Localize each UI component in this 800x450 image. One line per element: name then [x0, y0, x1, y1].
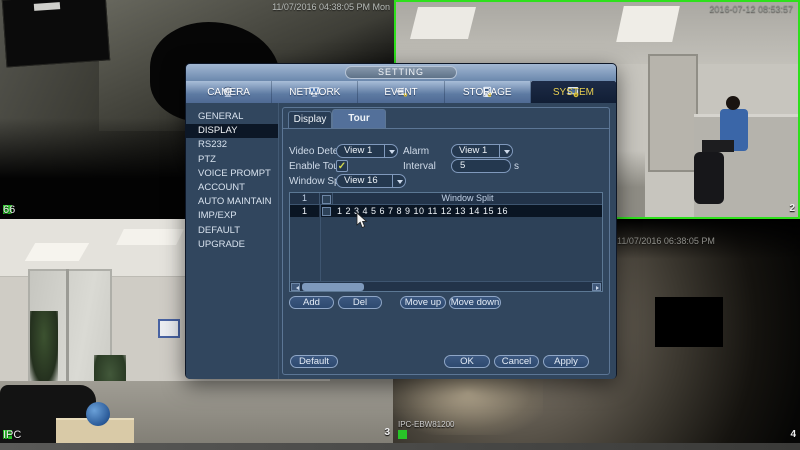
enable-tour-checkbox[interactable]: ✓: [336, 160, 348, 172]
camera4-name: IPC-EBW81200: [398, 420, 454, 429]
table-header: 1 Window Split: [290, 193, 602, 205]
camera4-channel-number: 4: [790, 429, 796, 440]
person-head: [726, 96, 740, 110]
interval-label: Interval: [403, 161, 436, 172]
row-window-split-value: 1 2 3 4 5 6 7 8 9 10 11 12 13 14 15 16: [333, 205, 602, 217]
ceiling-light: [410, 7, 476, 39]
interval-unit: s: [514, 161, 519, 172]
wall-poster: [158, 319, 180, 338]
camera1-timestamp: 11/07/2016 04:38:05 PM Mon: [272, 2, 390, 12]
chair-silhouette: [694, 152, 724, 204]
chevron-down-icon[interactable]: [384, 145, 397, 157]
alarm-value: View 1: [459, 145, 487, 156]
sidebar-item-rs232[interactable]: RS232: [186, 138, 278, 152]
tab-label: NETWORK: [289, 87, 340, 98]
checkbox-column-header[interactable]: [320, 193, 333, 204]
office-door: [648, 54, 698, 172]
del-button[interactable]: Del: [338, 296, 382, 309]
ceiling-light: [116, 229, 184, 245]
privacy-mask-box: [655, 297, 723, 347]
camera3-channel-number: 3: [384, 427, 390, 438]
tab-label: CAMERA: [207, 87, 250, 98]
ceiling-light: [25, 243, 89, 261]
window-split-dropdown[interactable]: View 16: [336, 174, 406, 188]
sidebar-item-ptz[interactable]: PTZ: [186, 153, 278, 167]
sidebar-item-default[interactable]: DEFAULT: [186, 224, 278, 238]
alarm-label: Alarm: [403, 146, 429, 157]
sidebar-item-auto-maintain[interactable]: AUTO MAINTAIN: [186, 195, 278, 209]
chevron-down-icon[interactable]: [392, 175, 405, 187]
sidebar-list: GENERAL DISPLAY RS232 PTZ VOICE PROMPT A…: [186, 110, 278, 252]
tab-system-active[interactable]: SYSTEM: [531, 81, 616, 103]
nvr-live-view-screen: 11/07/2016 04:38:05 PM Mon 66 2016-07-12…: [0, 0, 800, 450]
ceiling-light: [616, 6, 680, 42]
potted-plant: [30, 311, 58, 383]
ok-button[interactable]: OK: [444, 355, 490, 368]
index-column-header: 1: [290, 193, 320, 204]
camera3-name: IPC: [3, 429, 21, 441]
camera4-label: IPC-EBW81200: [398, 420, 454, 439]
add-button[interactable]: Add: [289, 296, 334, 309]
enable-tour-label: Enable Tour: [289, 161, 342, 172]
move-up-button[interactable]: Move up: [400, 296, 446, 309]
system-sidebar: GENERAL DISPLAY RS232 PTZ VOICE PROMPT A…: [186, 103, 279, 379]
chevron-down-icon[interactable]: [499, 145, 512, 157]
mouse-cursor: [356, 212, 368, 229]
subtab-display[interactable]: Display: [288, 111, 332, 128]
status-indicator-icon: [398, 430, 407, 439]
camera4-timestamp: 11/07/2016 06:38:05 PM: [617, 236, 715, 246]
dialog-title: SETTING: [345, 66, 457, 79]
move-down-button[interactable]: Move down: [449, 296, 501, 309]
video-detect-value: View 1: [344, 145, 372, 156]
window-split-column-header: Window Split: [333, 193, 602, 204]
scroll-right-arrow-icon[interactable]: [592, 283, 601, 291]
scrollbar-thumb[interactable]: [302, 283, 364, 291]
laptop-silhouette: [702, 140, 734, 152]
sidebar-item-voice-prompt[interactable]: VOICE PROMPT: [186, 167, 278, 181]
row-index: 1: [290, 205, 320, 217]
check-icon: ✓: [338, 161, 346, 172]
tab-network[interactable]: NETWORK: [272, 81, 358, 103]
cancel-button[interactable]: Cancel: [494, 355, 539, 368]
screen-bottom-strip: [0, 443, 800, 450]
default-button[interactable]: Default: [290, 355, 338, 368]
globe: [86, 402, 110, 426]
subtab-divider: [283, 128, 609, 129]
setting-dialog: SETTING CAMERA NETWORK EVENT STORAGE SYS…: [185, 63, 617, 379]
alarm-dropdown[interactable]: View 1: [451, 144, 513, 158]
row-checkbox[interactable]: [320, 205, 333, 217]
window-split-value: View 16: [344, 175, 378, 186]
video-detect-dropdown[interactable]: View 1: [336, 144, 398, 158]
display-settings-panel: Display Tour Video Detect View 1 Alarm V…: [282, 107, 610, 375]
sidebar-item-general[interactable]: GENERAL: [186, 110, 278, 124]
sidebar-item-account[interactable]: ACCOUNT: [186, 181, 278, 195]
horizontal-scrollbar[interactable]: [290, 281, 602, 291]
dialog-titlebar[interactable]: SETTING: [186, 64, 616, 81]
tour-table: 1 Window Split 1 1 2 3 4 5 6 7 8 9 10 11…: [289, 192, 603, 292]
tab-label: STORAGE: [463, 87, 512, 98]
tab-camera[interactable]: CAMERA: [186, 81, 272, 103]
tab-label: SYSTEM: [553, 87, 594, 98]
scroll-left-arrow-icon[interactable]: [291, 283, 300, 291]
camera1-name: 66: [3, 204, 15, 216]
sidebar-item-display-selected[interactable]: DISPLAY: [186, 124, 278, 138]
tab-storage[interactable]: STORAGE: [445, 81, 531, 103]
interval-input[interactable]: 5: [451, 159, 511, 173]
camera2-channel-number: 2: [789, 203, 795, 214]
tab-event[interactable]: EVENT: [358, 81, 444, 103]
sidebar-item-imp-exp[interactable]: IMP/EXP: [186, 209, 278, 223]
subtab-tour-active[interactable]: Tour: [332, 109, 386, 128]
dialog-body: GENERAL DISPLAY RS232 PTZ VOICE PROMPT A…: [186, 103, 616, 379]
apply-button[interactable]: Apply: [543, 355, 589, 368]
monitor-silhouette: [2, 0, 110, 68]
table-row-selected[interactable]: 1 1 2 3 4 5 6 7 8 9 10 11 12 13 14 15 16: [290, 205, 602, 217]
camera3-label: IPC: [3, 430, 12, 439]
camera2-timestamp: 2016-07-12 08:53:57: [709, 4, 793, 14]
tab-label: EVENT: [384, 87, 417, 98]
table-grid-line: [320, 205, 321, 283]
sidebar-item-upgrade[interactable]: UPGRADE: [186, 238, 278, 252]
main-tabbar: CAMERA NETWORK EVENT STORAGE SYSTEM: [186, 81, 616, 103]
camera1-label: 66: [3, 205, 12, 214]
